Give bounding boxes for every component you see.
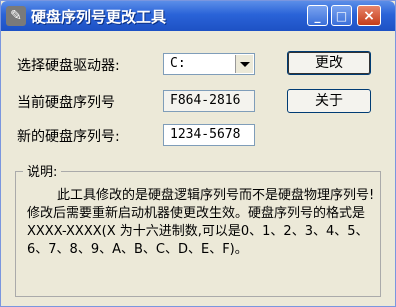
drive-select[interactable]: C: xyxy=(163,53,255,75)
drive-select-value: C: xyxy=(170,56,186,71)
window-title: 硬盘序列号更改工具 xyxy=(31,8,167,26)
info-group-label: 说明: xyxy=(23,161,62,180)
current-serial-field: F864-2816 xyxy=(163,90,255,112)
title-bar[interactable]: ✎ 硬盘序列号更改工具 _ □ × xyxy=(1,1,395,31)
new-serial-label: 新的硬盘序列号: xyxy=(17,129,120,145)
about-button[interactable]: 关于 xyxy=(287,89,371,113)
new-serial-input[interactable]: 1234-5678 xyxy=(163,124,255,146)
minimize-button[interactable]: _ xyxy=(307,5,328,26)
info-description: 此工具修改的是硬盘逻辑序列号而不是硬盘物理序列号!修改后需要重新启动机器使更改生… xyxy=(27,188,375,257)
current-serial-label: 当前硬盘序列号 xyxy=(17,95,115,111)
app-icon: ✎ xyxy=(6,6,26,26)
change-button[interactable]: 更改 xyxy=(287,51,371,75)
drive-label: 选择硬盘驱动器: xyxy=(17,58,120,74)
main-window: ✎ 硬盘序列号更改工具 _ □ × 选择硬盘驱动器: C: 当前硬盘序列号 F8… xyxy=(0,0,396,307)
maximize-button[interactable]: □ xyxy=(331,5,352,26)
close-button[interactable]: × xyxy=(357,5,381,26)
chevron-down-icon[interactable] xyxy=(235,55,253,73)
